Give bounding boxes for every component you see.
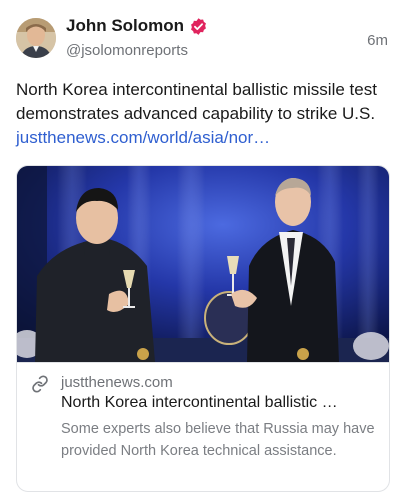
avatar-image — [16, 18, 56, 58]
post-link[interactable]: justthenews.com/world/asia/nor… — [16, 128, 270, 147]
post-text: North Korea intercontinental ballistic m… — [16, 78, 392, 150]
author-name[interactable]: John Solomon — [66, 16, 184, 36]
author-handle[interactable]: @jsolomonreports — [66, 42, 188, 59]
post-timestamp: 6m — [367, 32, 388, 49]
link-preview-card[interactable]: justthenews.com North Korea intercontine… — [16, 165, 390, 492]
post-body: North Korea intercontinental ballistic m… — [16, 80, 377, 123]
link-icon — [31, 375, 49, 393]
link-domain: justthenews.com — [61, 374, 173, 391]
post[interactable]: John Solomon @jsolomonreports 6m North K… — [0, 0, 406, 500]
verified-badge-icon — [189, 17, 208, 36]
link-title[interactable]: North Korea intercontinental ballistic … — [61, 394, 379, 412]
link-preview-meta[interactable]: justthenews.com North Korea intercontine… — [17, 362, 389, 491]
link-preview-image[interactable] — [17, 166, 390, 362]
link-description: Some experts also believe that Russia ma… — [61, 421, 375, 459]
author-avatar[interactable] — [16, 18, 56, 58]
author-name-row: John Solomon — [66, 16, 208, 36]
